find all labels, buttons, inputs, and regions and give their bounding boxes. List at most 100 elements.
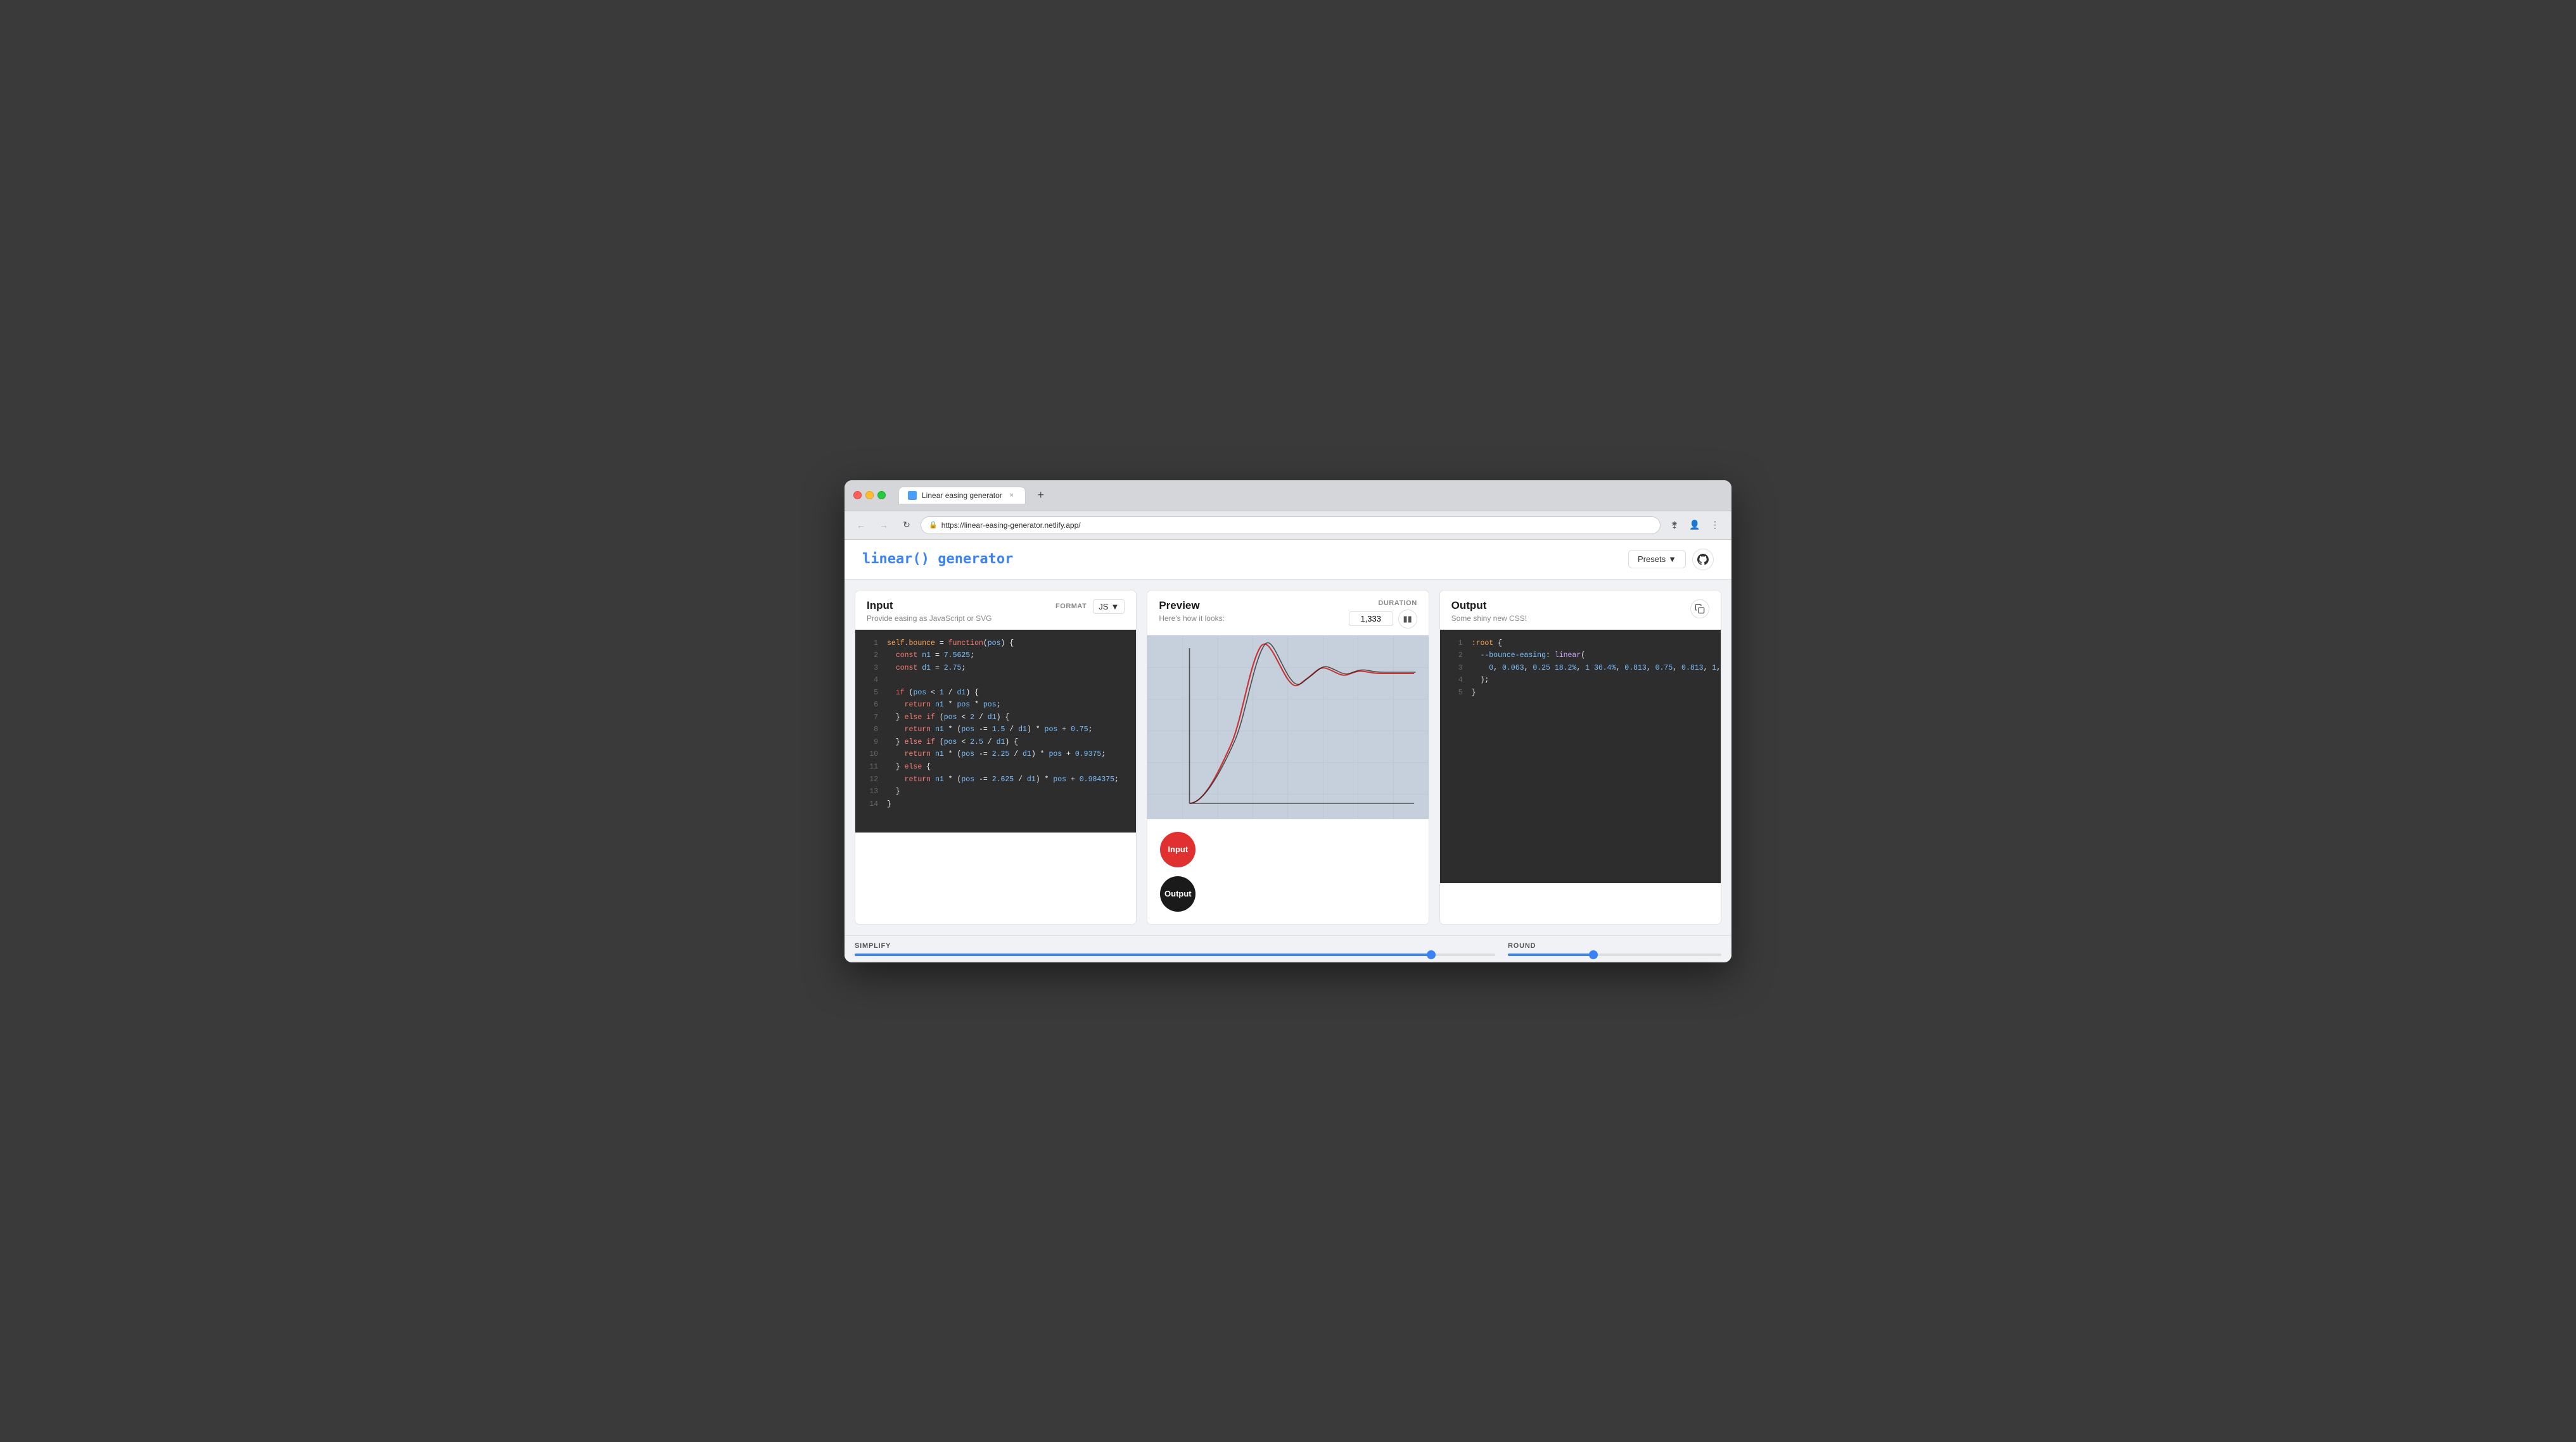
code-line: 5 } xyxy=(1440,687,1721,699)
code-line: 7 } else if (pos < 2 / d1) { xyxy=(855,711,1136,724)
browser-tab[interactable]: Linear easing generator × xyxy=(898,487,1026,504)
tab-title: Linear easing generator xyxy=(922,491,1002,500)
simplify-slider-track[interactable] xyxy=(855,954,1495,956)
round-slider-track[interactable] xyxy=(1508,954,1721,956)
new-tab-button[interactable]: + xyxy=(1032,487,1050,504)
input-panel-subtitle: Provide easing as JavaScript or SVG xyxy=(867,614,992,623)
github-icon xyxy=(1697,554,1709,565)
copy-button[interactable] xyxy=(1690,599,1709,618)
app-logo: linear() generator xyxy=(862,551,1013,567)
code-line: 8 return n1 * (pos -= 1.5 / d1) * pos + … xyxy=(855,724,1136,736)
duration-row: ▮▮ xyxy=(1349,609,1417,628)
preview-chart xyxy=(1147,635,1428,819)
profile-button[interactable]: 👤 xyxy=(1686,516,1704,534)
preview-title-group: Preview Here's how it looks: xyxy=(1159,599,1225,623)
input-panel-title: Input xyxy=(867,599,992,612)
code-line: 4 xyxy=(855,674,1136,687)
input-panel-controls: FORMAT JS ▼ xyxy=(1055,599,1125,614)
preview-demo: Input Output xyxy=(1147,819,1428,924)
output-panel-controls xyxy=(1690,599,1709,618)
browser-titlebar: Linear easing generator × + xyxy=(845,480,1731,511)
code-line: 1 :root { xyxy=(1440,637,1721,650)
code-line: 10 return n1 * (pos -= 2.25 / d1) * pos … xyxy=(855,748,1136,761)
round-slider-group: ROUND xyxy=(1508,942,1721,956)
refresh-button[interactable]: ↻ xyxy=(898,516,915,534)
back-button[interactable]: ← xyxy=(852,516,870,534)
address-bar[interactable]: 🔒 https://linear-easing-generator.netlif… xyxy=(921,516,1661,534)
input-title-group: Input Provide easing as JavaScript or SV… xyxy=(867,599,992,623)
app-header: linear() generator Presets ▼ xyxy=(845,540,1731,580)
format-select[interactable]: JS ▼ xyxy=(1093,599,1125,614)
format-value: JS xyxy=(1099,602,1108,611)
github-button[interactable] xyxy=(1692,549,1714,570)
app-content: linear() generator Presets ▼ Inp xyxy=(845,540,1731,962)
minimize-window-button[interactable] xyxy=(865,491,874,499)
code-line: 2 const n1 = 7.5625; xyxy=(855,649,1136,662)
code-line: 12 return n1 * (pos -= 2.625 / d1) * pos… xyxy=(855,774,1136,786)
code-line: 2 --bounce-easing: linear( xyxy=(1440,649,1721,662)
preview-panel-controls: DURATION ▮▮ xyxy=(1349,599,1417,628)
output-ball: Output xyxy=(1160,876,1196,912)
input-ball: Input xyxy=(1160,832,1196,867)
easing-chart-svg xyxy=(1147,635,1428,819)
output-title-group: Output Some shiny new CSS! xyxy=(1451,599,1527,623)
input-panel: Input Provide easing as JavaScript or SV… xyxy=(855,590,1137,925)
code-line: 4 ); xyxy=(1440,674,1721,687)
round-label: ROUND xyxy=(1508,942,1721,950)
output-ball-label: Output xyxy=(1164,889,1192,898)
simplify-slider-fill xyxy=(855,954,1431,956)
code-line: 5 if (pos < 1 / d1) { xyxy=(855,687,1136,699)
code-line: 11 } else { xyxy=(855,761,1136,774)
forward-button[interactable]: → xyxy=(875,516,893,534)
preview-panel-title: Preview xyxy=(1159,599,1225,612)
play-pause-button[interactable]: ▮▮ xyxy=(1398,609,1417,628)
presets-label: Presets xyxy=(1638,554,1666,564)
duration-label: DURATION xyxy=(1378,599,1417,607)
header-right: Presets ▼ xyxy=(1628,549,1714,570)
code-line: 14 } xyxy=(855,798,1136,811)
output-panel-header: Output Some shiny new CSS! xyxy=(1440,590,1721,630)
code-editor[interactable]: 1 self.bounce = function(pos) { 2 const … xyxy=(855,630,1136,833)
pause-icon: ▮▮ xyxy=(1403,614,1412,624)
presets-chevron-icon: ▼ xyxy=(1668,554,1676,564)
input-ball-label: Input xyxy=(1168,845,1188,854)
preview-panel-header: Preview Here's how it looks: DURATION ▮▮ xyxy=(1147,590,1428,635)
duration-control: DURATION ▮▮ xyxy=(1349,599,1417,628)
tab-close-button[interactable]: × xyxy=(1007,491,1016,500)
tab-favicon-icon xyxy=(908,491,917,500)
code-line: 3 0, 0.063, 0.25 18.2%, 1 36.4%, 0.813, … xyxy=(1440,662,1721,675)
output-panel-title: Output xyxy=(1451,599,1527,612)
traffic-lights xyxy=(853,491,886,499)
extensions-button[interactable]: ⚵ xyxy=(1666,516,1683,534)
simplify-label: SIMPLIFY xyxy=(855,942,1495,950)
format-chevron-icon: ▼ xyxy=(1111,602,1119,611)
lock-icon: 🔒 xyxy=(929,521,938,529)
preview-panel-subtitle: Here's how it looks: xyxy=(1159,614,1225,623)
simplify-slider-group: SIMPLIFY xyxy=(855,942,1495,956)
code-line: 9 } else if (pos < 2.5 / d1) { xyxy=(855,736,1136,749)
code-line: 1 self.bounce = function(pos) { xyxy=(855,637,1136,650)
code-line: 13 } xyxy=(855,786,1136,798)
copy-icon xyxy=(1695,604,1705,614)
code-line: 3 const d1 = 2.75; xyxy=(855,662,1136,675)
presets-button[interactable]: Presets ▼ xyxy=(1628,550,1686,568)
url-text: https://linear-easing-generator.netlify.… xyxy=(941,521,1081,530)
simplify-slider-thumb[interactable] xyxy=(1427,950,1436,959)
browser-nav: ← → ↻ 🔒 https://linear-easing-generator.… xyxy=(845,511,1731,540)
output-panel: Output Some shiny new CSS! xyxy=(1439,590,1721,925)
browser-window: Linear easing generator × + ← → ↻ 🔒 http… xyxy=(845,480,1731,962)
bottom-bar: SIMPLIFY ROUND xyxy=(845,935,1731,962)
duration-input[interactable] xyxy=(1349,611,1393,626)
round-slider-thumb[interactable] xyxy=(1589,950,1598,959)
code-line: 6 return n1 * pos * pos; xyxy=(855,699,1136,711)
panels: Input Provide easing as JavaScript or SV… xyxy=(845,580,1731,935)
preview-panel: Preview Here's how it looks: DURATION ▮▮ xyxy=(1147,590,1429,925)
output-panel-subtitle: Some shiny new CSS! xyxy=(1451,614,1527,623)
format-label: FORMAT xyxy=(1055,603,1087,610)
menu-button[interactable]: ⋮ xyxy=(1706,516,1724,534)
close-window-button[interactable] xyxy=(853,491,862,499)
nav-right-icons: ⚵ 👤 ⋮ xyxy=(1666,516,1724,534)
maximize-window-button[interactable] xyxy=(877,491,886,499)
round-slider-fill xyxy=(1508,954,1593,956)
input-panel-header: Input Provide easing as JavaScript or SV… xyxy=(855,590,1136,630)
